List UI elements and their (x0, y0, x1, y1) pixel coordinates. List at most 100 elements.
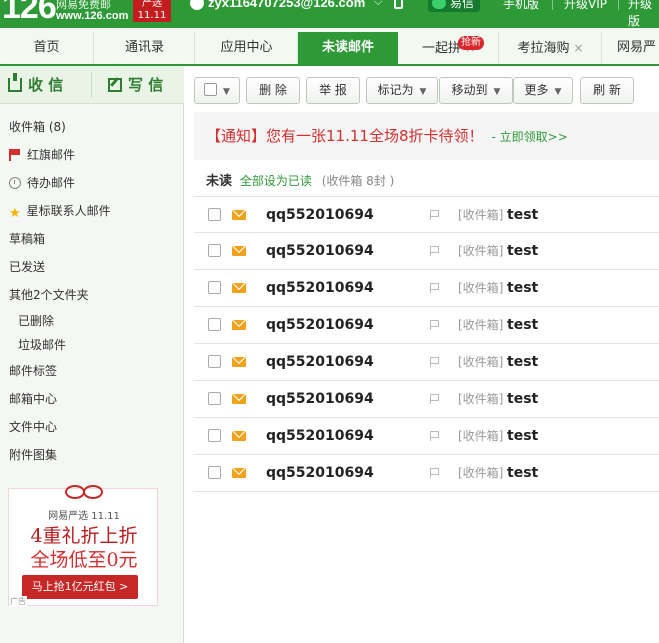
email-sender[interactable]: qq552010694 (266, 381, 374, 417)
flag-icon[interactable] (430, 246, 440, 256)
row-checkbox[interactable] (208, 244, 221, 257)
email-subject[interactable]: test (507, 381, 538, 417)
select-all-dropdown[interactable]: ▼ (194, 77, 240, 104)
sidebar-item-attachments[interactable]: 附件图集 (0, 442, 184, 468)
email-sender[interactable]: qq552010694 (266, 233, 374, 269)
upgrade-link[interactable]: 升级版 (628, 0, 659, 28)
receive-button[interactable]: 收 信 (8, 66, 63, 104)
email-row[interactable]: qq552010694 [收件箱] test (194, 381, 659, 418)
tab-unread[interactable]: 未读邮件 (298, 32, 398, 64)
row-checkbox[interactable] (208, 392, 221, 405)
mark-all-read-link[interactable]: 全部设为已读 (240, 174, 312, 188)
notice-text: 【通知】您有一张11.11全场8折卡待领！ (206, 127, 484, 145)
select-all-checkbox[interactable] (204, 83, 218, 96)
email-subject[interactable]: test (507, 455, 538, 491)
chevron-down-icon[interactable]: ⌵ (374, 0, 382, 9)
flag-icon[interactable] (430, 320, 440, 330)
email-sender[interactable]: qq552010694 (266, 270, 374, 306)
row-checkbox[interactable] (208, 208, 221, 221)
flag-icon[interactable] (430, 394, 440, 404)
email-subject[interactable]: test (507, 418, 538, 454)
sidebar-item-flagged[interactable]: 红旗邮件 (0, 142, 184, 168)
email-subject[interactable]: test (507, 307, 538, 343)
email-subject[interactable]: test (507, 270, 538, 306)
flag-icon[interactable] (430, 357, 440, 367)
logo-number[interactable]: 126 (2, 0, 57, 27)
inbox-count: (收件箱 8封 ) (321, 174, 395, 188)
sidebar-item-starred[interactable]: ★ 星标联系人邮件 (0, 198, 184, 224)
sidebar-item-sent[interactable]: 已发送 (0, 254, 184, 280)
clock-icon (9, 177, 21, 189)
delete-button[interactable]: 删 除 (246, 77, 300, 104)
flag-icon[interactable] (430, 431, 440, 441)
tab-kaola[interactable]: 考拉海购 × (500, 32, 602, 64)
flag-icon[interactable] (430, 210, 440, 220)
email-subject[interactable]: test (507, 233, 538, 269)
email-row[interactable]: qq552010694 [收件箱] test (194, 418, 659, 455)
tab-contacts[interactable]: 通讯录 (95, 32, 195, 64)
sidebar-item-todo[interactable]: 待办邮件 (0, 170, 184, 196)
yixin-button[interactable]: 易信 (428, 0, 481, 12)
divider (618, 0, 619, 10)
user-email[interactable]: zyx1164707253@126.com (208, 0, 365, 10)
envelope-icon (232, 357, 246, 367)
email-sender[interactable]: qq552010694 (266, 344, 374, 380)
phone-icon[interactable] (394, 0, 403, 9)
sidebar-item-labels[interactable]: 邮件标签 (0, 358, 184, 384)
vip-link[interactable]: 升级VIP (564, 0, 607, 12)
mark-as-label: 标记为 (377, 83, 414, 97)
tab-group-buy[interactable]: 一起拼× (399, 32, 499, 64)
row-checkbox[interactable] (208, 429, 221, 442)
sidebar: 收 信 写 信 收件箱 (8) 红旗邮件 待办邮件 ★ 星标联系人邮件 草稿箱 已… (0, 66, 184, 643)
red-flag-icon (9, 149, 21, 161)
row-checkbox[interactable] (208, 355, 221, 368)
envelope-icon (232, 320, 246, 330)
sidebar-item-drafts[interactable]: 草稿箱 (0, 226, 184, 252)
mark-as-dropdown[interactable]: 标记为 ▼ (366, 77, 438, 104)
compose-button[interactable]: 写 信 (108, 66, 163, 104)
email-folder-tag: [收件箱] (458, 355, 504, 369)
tab-home[interactable]: 首页 (0, 32, 94, 64)
flag-icon[interactable] (430, 283, 440, 293)
promo-ad[interactable]: 网易严选 11.11 4重礼折上折 全场低至0元 马上抢1亿元红包 > 广告 (8, 485, 158, 607)
tab-app-center[interactable]: 应用中心 (196, 32, 298, 64)
refresh-button[interactable]: 刷 新 (580, 77, 634, 104)
sidebar-item-file-center[interactable]: 文件中心 (0, 414, 184, 440)
email-row[interactable]: qq552010694 [收件箱] test (194, 344, 659, 381)
flag-icon[interactable] (430, 468, 440, 478)
row-checkbox[interactable] (208, 318, 221, 331)
toolbar: ▼ 删 除 举 报 标记为 ▼ 移动到 ▼ 更多 ▼ 刷 新 (184, 66, 659, 112)
sidebar-actions: 收 信 写 信 (0, 66, 184, 104)
sidebar-item-label: 待办邮件 (27, 176, 76, 190)
report-button[interactable]: 举 报 (306, 77, 360, 104)
email-sender[interactable]: qq552010694 (266, 418, 374, 454)
new-badge: 抢新 (458, 36, 484, 50)
email-row[interactable]: qq552010694 [收件箱] test (194, 307, 659, 344)
mobile-link[interactable]: 手机版 (503, 0, 539, 12)
sidebar-item-mail-center[interactable]: 邮箱中心 (0, 386, 184, 412)
move-to-dropdown[interactable]: 移动到 ▼ (439, 77, 513, 104)
ad-claim-button[interactable]: 马上抢1亿元红包 > (22, 575, 138, 599)
sidebar-item-deleted[interactable]: 已删除 (0, 308, 184, 334)
tab-yanxuan[interactable]: 网易严 (603, 32, 659, 64)
more-dropdown[interactable]: 更多 ▼ (513, 77, 573, 104)
email-row[interactable]: qq552010694 [收件箱] test (194, 233, 659, 270)
email-sender[interactable]: qq552010694 (266, 307, 374, 343)
email-row[interactable]: qq552010694 [收件箱] test (194, 196, 659, 233)
sidebar-item-other-folders[interactable]: 其他2个文件夹 (0, 282, 184, 308)
email-sender[interactable]: qq552010694 (266, 455, 374, 491)
email-row[interactable]: qq552010694 [收件箱] test (194, 455, 659, 492)
list-title: 未读 (206, 174, 233, 189)
promo-badge[interactable]: 严选 11.11 (133, 0, 171, 22)
email-sender[interactable]: qq552010694 (266, 197, 374, 233)
user-avatar-icon (190, 0, 204, 10)
email-subject[interactable]: test (507, 197, 538, 233)
close-icon[interactable]: × (573, 41, 583, 55)
notice-claim-link[interactable]: - 立即领取>> (492, 130, 568, 144)
row-checkbox[interactable] (208, 281, 221, 294)
sidebar-item-spam[interactable]: 垃圾邮件 (0, 332, 184, 358)
sidebar-item-inbox[interactable]: 收件箱 (8) (0, 114, 184, 140)
email-row[interactable]: qq552010694 [收件箱] test (194, 270, 659, 307)
email-subject[interactable]: test (507, 344, 538, 380)
row-checkbox[interactable] (208, 466, 221, 479)
